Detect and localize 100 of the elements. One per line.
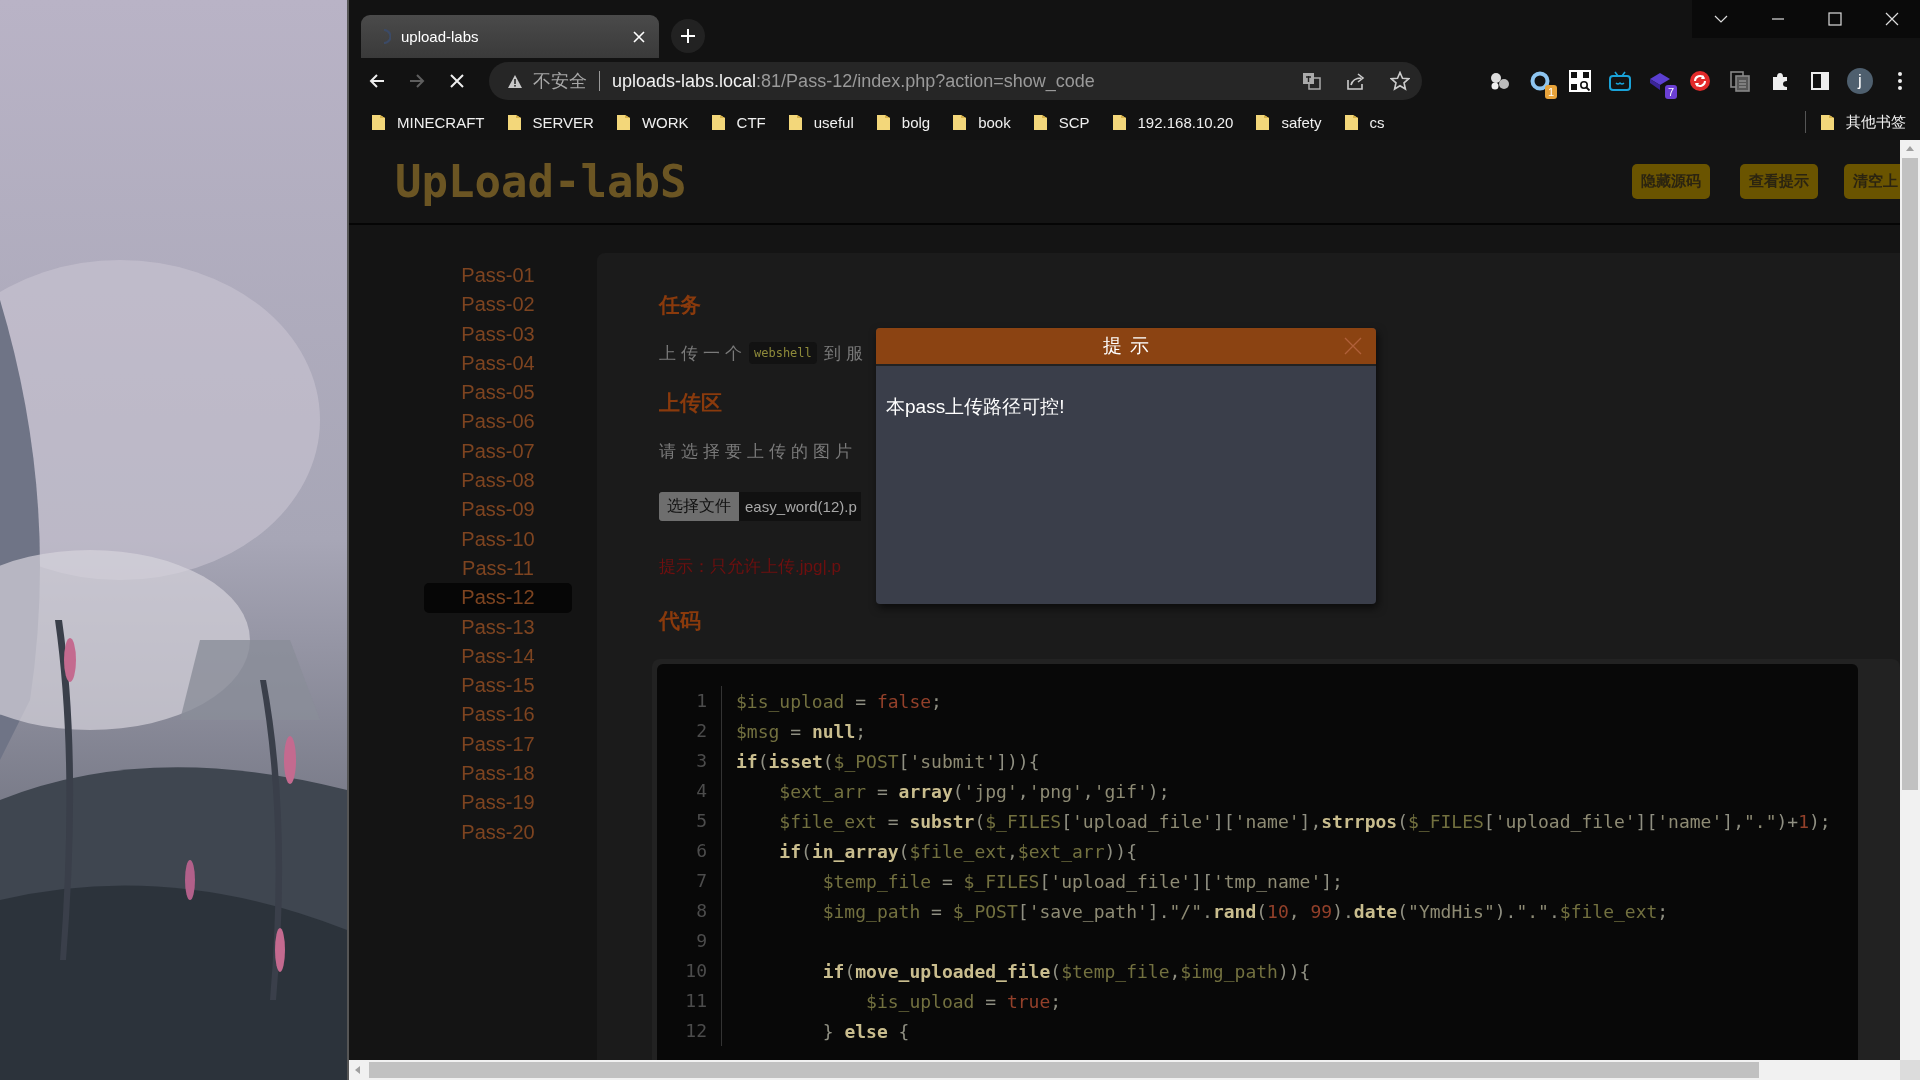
forward-arrow-icon [408, 72, 426, 90]
bookmark-link[interactable]: useful [813, 113, 854, 131]
bookmark-link[interactable]: cs [1369, 113, 1385, 131]
pass-link[interactable]: Pass-06 [424, 407, 572, 437]
code-line: $img_path = $_POST['save_path']."/".rand(10, 99).date("YmdHis").".".$file_ext; [821, 900, 1669, 922]
code-line: $temp_file = $_FILES['upload_file']['tmp_name']; [821, 870, 1343, 892]
bookmark-link[interactable]: SERVER [532, 113, 594, 131]
code-line: $is_upload = true; [865, 990, 1062, 1012]
folder-icon [952, 113, 968, 131]
documents-icon[interactable] [1729, 70, 1751, 92]
upload-prompt: 请选择要上传的图片 [659, 440, 857, 463]
line-number: 9 [657, 926, 722, 956]
browser-tab[interactable]: upload-labs [361, 15, 659, 58]
dialog-message: 本pass上传路径可控! [885, 395, 1066, 419]
url-text: uploads-labs.local:81/Pass-12/index.php?action=show_code [612, 70, 1095, 92]
warning-icon [507, 73, 523, 89]
pass-link[interactable]: Pass-11 [424, 553, 572, 584]
hint-text: 提示：只允许上传.jpg|.p [659, 556, 841, 578]
bookmark-link[interactable]: 192.168.10.20 [1137, 113, 1234, 131]
bookmark-link[interactable]: bolg [901, 113, 931, 131]
bookmark-link[interactable]: book [978, 113, 1011, 131]
pass-link[interactable]: Pass-08 [424, 466, 572, 496]
pass-link[interactable]: Pass-10 [424, 524, 572, 554]
folder-icon [1032, 113, 1048, 131]
line-number: 8 [657, 896, 722, 926]
section-heading: 上传区 [659, 390, 722, 416]
code-line: if(in_array($file_ext,$ext_arr)){ [778, 840, 1138, 862]
pass-link[interactable]: Pass-16 [424, 700, 572, 730]
folder-icon [787, 113, 803, 131]
folder-icon [1111, 113, 1127, 131]
line-number: 10 [657, 956, 722, 986]
pass-link[interactable]: Pass-20 [424, 817, 572, 847]
new-tab-button[interactable] [671, 19, 705, 53]
code-line: $msg = null; [735, 720, 867, 742]
star-icon[interactable] [1390, 71, 1410, 91]
pass-link[interactable]: Pass-03 [424, 319, 572, 349]
inline-code: webshell [749, 342, 817, 364]
ring-icon[interactable] [1529, 70, 1551, 92]
back-arrow-icon [368, 72, 386, 90]
line-number: 7 [657, 866, 722, 896]
chevron-down-icon [1713, 14, 1728, 24]
plus-icon [680, 28, 696, 44]
badge-count: 1 [1544, 85, 1557, 99]
sync-icon[interactable] [1689, 70, 1711, 92]
scrollbar-corner [1900, 1060, 1920, 1080]
bookmark-link[interactable]: MINECRAFT [397, 113, 485, 131]
side-panel-icon[interactable] [1810, 71, 1830, 91]
bookmark-link[interactable]: WORK [641, 113, 689, 131]
menu-icon[interactable] [1897, 71, 1903, 91]
line-number: 2 [657, 716, 722, 746]
tv-icon[interactable] [1608, 70, 1632, 92]
bookmark-link[interactable]: SCP [1058, 113, 1090, 131]
line-number: 12 [657, 1016, 722, 1046]
badge-count: 7 [1664, 85, 1677, 99]
folder-icon [506, 113, 522, 131]
folder-icon [1820, 113, 1835, 131]
folder-icon [1343, 113, 1359, 131]
code-line: if(move_uploaded_file($temp_file,$img_path)){ [821, 960, 1311, 982]
vertical-scrollbar[interactable] [1900, 140, 1920, 1060]
header-button[interactable]: 隐藏源码 [1632, 164, 1710, 199]
profile-avatar[interactable]: j [1847, 68, 1873, 94]
pass-link[interactable]: Pass-07 [424, 436, 572, 467]
file-input[interactable]: 选择文件 easy_word(12).p [659, 492, 861, 521]
pass-link[interactable]: Pass-19 [424, 788, 572, 818]
qr-code-icon[interactable] [1569, 70, 1591, 92]
puzzle-icon[interactable] [1770, 71, 1790, 91]
line-number: 5 [657, 806, 722, 836]
pass-link[interactable]: Pass-02 [424, 290, 572, 320]
share-icon[interactable] [1346, 71, 1366, 91]
pass-link[interactable]: Pass-15 [424, 671, 572, 701]
code-line: $file_ext = substr($_FILES['upload_file']['name'],strrpos($_FILES['upload_file']['name'],".")+1); [778, 810, 1831, 832]
header-button[interactable]: 清空上 [1844, 164, 1900, 199]
pass-link[interactable]: Pass-05 [424, 378, 572, 408]
line-number: 6 [657, 836, 722, 866]
scrollbar-thumb[interactable] [1902, 158, 1918, 790]
pass-link[interactable]: Pass-09 [424, 495, 572, 525]
bookmark-link[interactable]: 其他书签 [1846, 112, 1906, 132]
address-bar[interactable]: 不安全 uploads-labs.local:81/Pass-12/index.php?action=show_code [489, 62, 1422, 100]
pass-link[interactable]: Pass-18 [424, 759, 572, 789]
dialog-title: 提示 [1102, 334, 1157, 358]
pass-link[interactable]: Pass-01 [424, 261, 572, 291]
horizontal-scrollbar[interactable] [349, 1060, 1900, 1080]
scrollbar-thumb[interactable] [369, 1062, 1759, 1078]
pass-link[interactable]: Pass-14 [424, 641, 572, 672]
line-number: 11 [657, 986, 722, 1016]
bubbles-icon[interactable] [1489, 71, 1511, 91]
pass-link[interactable]: Pass-12 [424, 583, 572, 613]
bookmark-link[interactable]: CTF [736, 113, 766, 131]
code-line: $ext_arr = array('jpg','png','gif'); [778, 780, 1170, 802]
translate-icon[interactable] [1302, 71, 1322, 91]
pass-link[interactable]: Pass-13 [424, 612, 572, 642]
tab-title: upload-labs [401, 28, 480, 45]
pass-link[interactable]: Pass-17 [424, 729, 572, 760]
bookmark-link[interactable]: safety [1281, 113, 1322, 131]
line-number: 4 [657, 776, 722, 806]
site-logo[interactable]: UpLoad-labS [395, 156, 687, 207]
section-heading: 任务 [659, 292, 701, 318]
header-button[interactable]: 查看提示 [1740, 164, 1818, 199]
pass-link[interactable]: Pass-04 [424, 348, 572, 379]
folder-icon [710, 113, 726, 131]
